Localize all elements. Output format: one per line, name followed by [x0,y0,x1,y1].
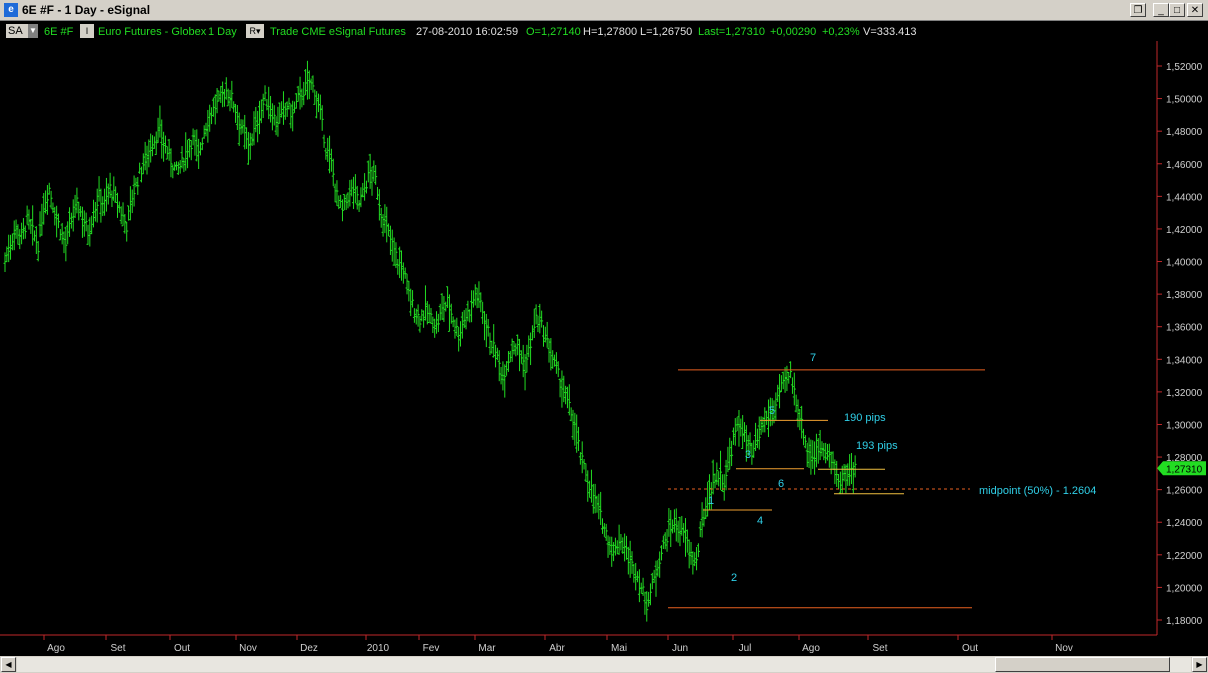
price-tick-label: 1,32000 [1166,388,1203,399]
price-tick-label: 1,18000 [1166,616,1203,627]
quote-change-pct: +0,23% [822,26,860,38]
refresh-mode-button[interactable]: R▾ [246,24,264,38]
wave-label: 1 [708,495,714,507]
quote-volume: V=333.413 [863,26,917,38]
price-tick-label: 1,26000 [1166,486,1203,497]
price-tick-label: 1,46000 [1166,160,1203,171]
price-tick-label: 1,20000 [1166,583,1203,594]
symbol-selector-label: SA [8,25,23,37]
pips-193-label: 193 pips [856,440,898,452]
esignal-app-icon: e [4,3,18,17]
scroll-left-icon[interactable]: ◀ [1,657,16,672]
time-tick-label: Mai [611,643,627,654]
last-price-label: 1,27310 [1166,464,1203,475]
symbol-selector[interactable]: SA ▼ [6,24,38,38]
time-tick-label: Nov [1055,643,1073,654]
last-price-marker: 1,27310 [1157,461,1206,476]
quote-datetime: 27-08-2010 16:02:59 [416,26,519,38]
time-tick-label: Out [962,643,978,654]
time-tick-label: Set [110,643,125,654]
time-tick-label: 2010 [367,643,390,654]
wave-label: 2 [731,572,737,584]
time-tick-label: Out [174,643,190,654]
chevron-down-icon[interactable]: ▼ [28,24,38,38]
midpoint-label: midpoint (50%) - 1.2604 [979,485,1096,497]
price-tick-label: 1,22000 [1166,551,1203,562]
interval-label: 1 Day [208,26,237,38]
quote-last: Last=1,27310 [698,26,765,38]
price-tick-label: 1,38000 [1166,290,1203,301]
price-tick-label: 1,40000 [1166,258,1203,269]
data-source: Trade CME eSignal Futures [270,26,406,38]
chart-background [0,41,1208,655]
time-tick-label: Jun [672,643,688,654]
symbol-description: Euro Futures - Globex [98,26,207,38]
price-tick-label: 1,50000 [1166,95,1203,106]
close-icon[interactable]: ✕ [1187,3,1203,17]
window-title: 6E #F - 1 Day - eSignal [22,3,151,17]
symbol-name: 6E #F [44,26,74,38]
price-tick-label: 1,30000 [1166,420,1203,431]
chart-toolbar: SA ▼ 6E #F I Euro Futures - Globex 1 Day… [0,21,1208,41]
price-tick-label: 1,42000 [1166,225,1203,236]
wave-label: 6 [778,478,784,490]
time-tick-label: Dez [300,643,318,654]
wave-label: 5 [769,405,775,417]
price-chart[interactable]: 1 2 3 4 5 6 7 190 pips 193 pips midpoint (50%) - … [0,41,1208,655]
minimize-icon[interactable]: _ [1153,3,1169,17]
price-tick-label: 1,36000 [1166,323,1203,334]
horizontal-scrollbar[interactable]: ◀ ▶ [0,656,1208,673]
time-tick-label: Abr [549,643,565,654]
price-chart-svg[interactable]: 1 2 3 4 5 6 7 190 pips 193 pips midpoint (50%) - … [0,41,1208,655]
restore-icon[interactable]: ❐ [1130,3,1146,17]
pips-190-label: 190 pips [844,412,886,424]
quote-change: +0,00290 [770,26,817,38]
quote-low: L=1,26750 [640,26,693,38]
wave-label: 3 [745,449,751,461]
price-tick-label: 1,34000 [1166,355,1203,366]
scroll-right-icon[interactable]: ▶ [1192,657,1207,672]
time-tick-label: Fev [423,643,440,654]
price-tick-label: 1,24000 [1166,518,1203,529]
esignal-window: e 6E #F - 1 Day - eSignal ❐ _ □ ✕ SA ▼ 6… [0,0,1208,673]
time-tick-label: Set [872,643,887,654]
interval-mode-button[interactable]: I [80,24,94,38]
title-bar[interactable]: e 6E #F - 1 Day - eSignal ❐ _ □ ✕ [0,0,1208,21]
time-tick-label: Ago [47,643,65,654]
time-tick-label: Nov [239,643,257,654]
price-tick-label: 1,44000 [1166,192,1203,203]
price-tick-label: 1,48000 [1166,127,1203,138]
quote-open: O=1,27140 [526,26,581,38]
time-tick-label: Mar [478,643,496,654]
price-tick-label: 1,52000 [1166,62,1203,73]
maximize-icon[interactable]: □ [1169,3,1185,17]
time-tick-label: Jul [739,643,752,654]
wave-label: 7 [810,352,816,364]
scrollbar-thumb[interactable] [995,657,1170,672]
quote-high: H=1,27800 [583,26,638,38]
wave-label: 4 [757,515,763,527]
refresh-mode-label: R [249,26,256,36]
time-tick-label: Ago [802,643,820,654]
